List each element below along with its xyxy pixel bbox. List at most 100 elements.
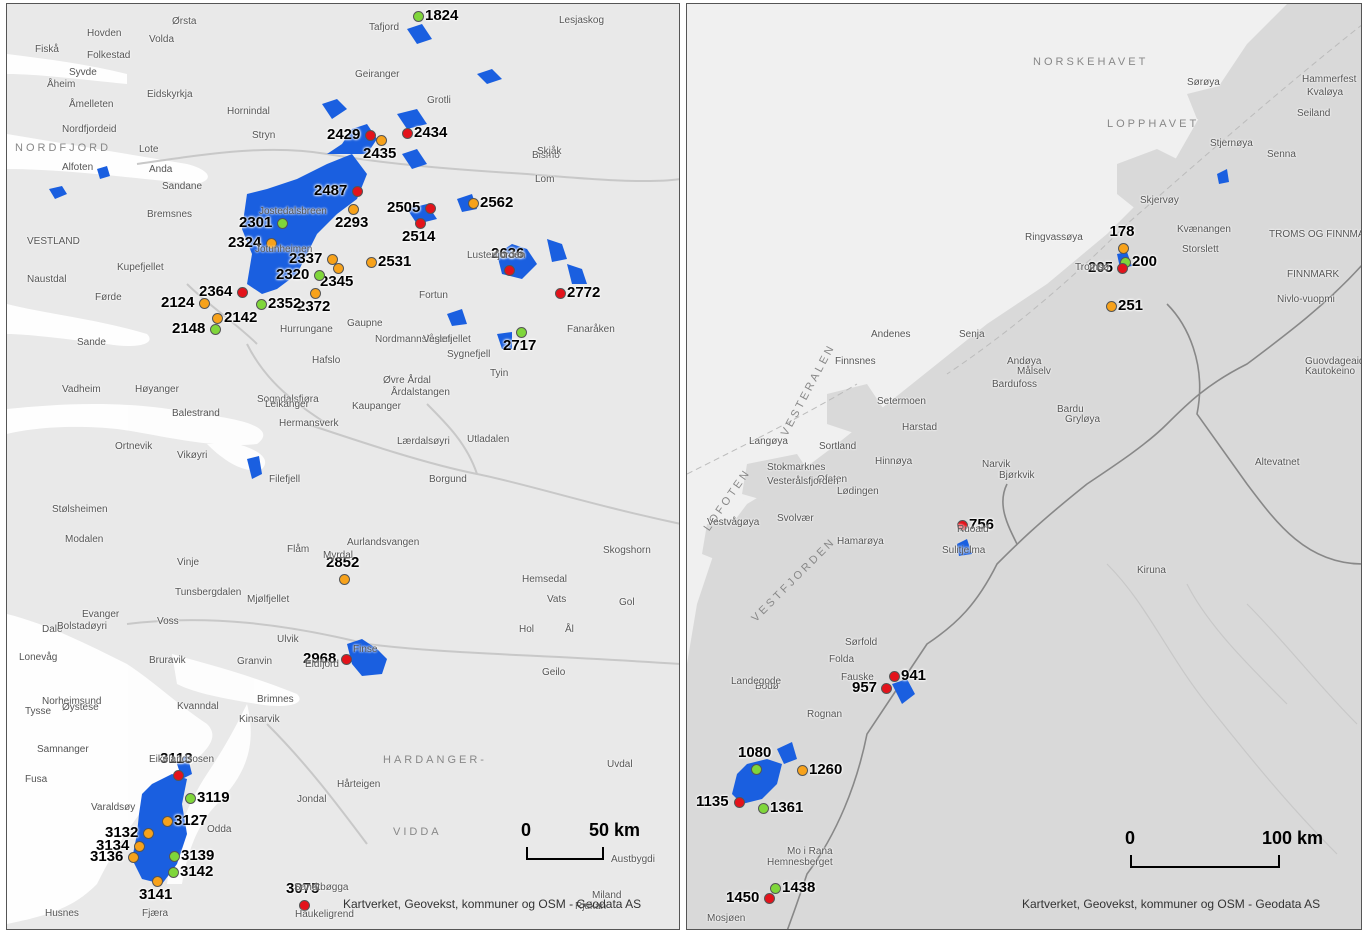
site-label: 200 (1132, 253, 1158, 270)
place-label: Sandtbøgga (294, 882, 349, 893)
site-marker-green[interactable] (210, 324, 221, 335)
place-label: Borgund (429, 474, 467, 485)
site-marker-orange[interactable] (212, 313, 223, 324)
site-marker-red[interactable] (881, 683, 892, 694)
place-label: Veslefjellet (423, 334, 471, 345)
site-label: 3139 (181, 847, 215, 864)
site-marker-red[interactable] (365, 130, 376, 141)
site-marker-orange[interactable] (366, 257, 377, 268)
site-marker-red[interactable] (889, 671, 900, 682)
place-label: Bruravik (149, 655, 186, 666)
place-label: Bardufoss (992, 379, 1038, 390)
place-label: Lusterfjorden (467, 250, 526, 261)
map-panel-right[interactable]: 178 200 205 251 756 941 957 1080 1260 1135 1361 143… (686, 3, 1362, 930)
site-label: 2505 (387, 199, 421, 216)
site-marker-red[interactable] (1117, 263, 1128, 274)
map-attribution: Kartverket, Geovekst, kommuner og OSM - … (1022, 897, 1321, 911)
site-marker-green[interactable] (751, 764, 762, 775)
site-marker-green[interactable] (256, 299, 267, 310)
site-marker-red[interactable] (555, 288, 566, 299)
site-marker-green[interactable] (168, 867, 179, 878)
place-label: Øvre Årdal (383, 375, 431, 386)
site-marker-red[interactable] (402, 128, 413, 139)
place-label: Narvik (982, 459, 1011, 470)
place-label: Leikanger (265, 399, 309, 410)
site-label: 2345 (320, 273, 354, 290)
site-label: 2372 (297, 298, 331, 315)
place-label: Alfoten (62, 162, 94, 173)
place-label: Kvanndal (177, 701, 219, 712)
scale-zero-label: 0 (521, 820, 532, 840)
site-marker-red[interactable] (425, 203, 436, 214)
place-label: Hornindal (227, 106, 270, 117)
site-label: 2352 (268, 295, 302, 312)
site-label: 1260 (809, 761, 843, 778)
site-marker-red[interactable] (173, 770, 184, 781)
site-marker-orange[interactable] (128, 852, 139, 863)
site-label: 178 (1109, 223, 1135, 240)
place-label: Landegode (731, 676, 782, 687)
place-label: Kautokeino (1305, 366, 1356, 377)
site-marker-red[interactable] (764, 893, 775, 904)
place-label: Modalen (65, 534, 104, 545)
site-marker-red[interactable] (237, 287, 248, 298)
site-marker-green[interactable] (185, 793, 196, 804)
site-marker-orange[interactable] (339, 574, 350, 585)
place-label: Eidfjord (305, 659, 339, 670)
place-label: Mo i Rana (787, 846, 833, 857)
site-marker-red[interactable] (734, 797, 745, 808)
place-label: Geiranger (355, 69, 400, 80)
site-marker-green[interactable] (169, 851, 180, 862)
site-marker-orange[interactable] (199, 298, 210, 309)
site-label: 1450 (726, 889, 760, 906)
site-marker-green[interactable] (770, 883, 781, 894)
place-label: Kiruna (1137, 565, 1166, 576)
place-label: Filefjell (269, 474, 301, 485)
site-label: 2435 (363, 145, 397, 162)
site-marker-orange[interactable] (1106, 301, 1117, 312)
place-label: Balestrand (172, 408, 220, 419)
place-label: Vadheim (62, 384, 101, 395)
place-label: Fiskå (35, 44, 59, 55)
place-label: Stjernøya (1210, 138, 1253, 149)
site-marker-green[interactable] (758, 803, 769, 814)
site-label: 3136 (90, 848, 124, 865)
site-marker-green[interactable] (413, 11, 424, 22)
site-label: 941 (901, 667, 927, 684)
place-label: Naustdal (27, 274, 67, 285)
site-marker-red[interactable] (341, 654, 352, 665)
place-label: Voss (157, 616, 179, 627)
map-panel-left[interactable]: 1824 2429 2434 2435 2487 2505 2562 2301 2293 2514… (6, 3, 680, 930)
place-label: Aurlandsvangen (347, 537, 420, 548)
place-label: Mosjøen (707, 913, 746, 924)
site-marker-green[interactable] (314, 270, 325, 281)
place-label: Øystese (62, 702, 99, 713)
site-label: 251 (1118, 297, 1144, 314)
place-label: Nivlo-vuopmi (1277, 294, 1335, 305)
place-label: Sortland (819, 441, 857, 452)
site-label: 1361 (770, 799, 804, 816)
site-marker-orange[interactable] (162, 816, 173, 827)
place-label: Førde (95, 292, 122, 303)
place-label: Folkestad (87, 50, 131, 61)
place-label: Tafjord (369, 22, 400, 33)
place-label: Fjæra (142, 908, 169, 919)
place-label: Stryn (252, 130, 276, 141)
site-label: 2514 (402, 228, 436, 245)
site-marker-orange[interactable] (134, 841, 145, 852)
place-label: Syvde (69, 67, 97, 78)
place-label: Hamarøya (837, 536, 884, 547)
site-label: 2772 (567, 284, 601, 301)
place-label: Hemnesberget (767, 857, 833, 868)
site-marker-orange[interactable] (797, 765, 808, 776)
place-label: Årdalstangen (391, 387, 450, 398)
site-marker-green[interactable] (277, 218, 288, 229)
site-marker-orange[interactable] (468, 198, 479, 209)
place-label: Senna (1267, 149, 1296, 160)
site-marker-orange[interactable] (143, 828, 154, 839)
place-label: Bolstadøyri (57, 621, 108, 632)
site-marker-red[interactable] (352, 186, 363, 197)
site-marker-orange[interactable] (1118, 243, 1129, 254)
site-marker-red[interactable] (504, 265, 515, 276)
place-label: Hårteigen (337, 779, 381, 790)
